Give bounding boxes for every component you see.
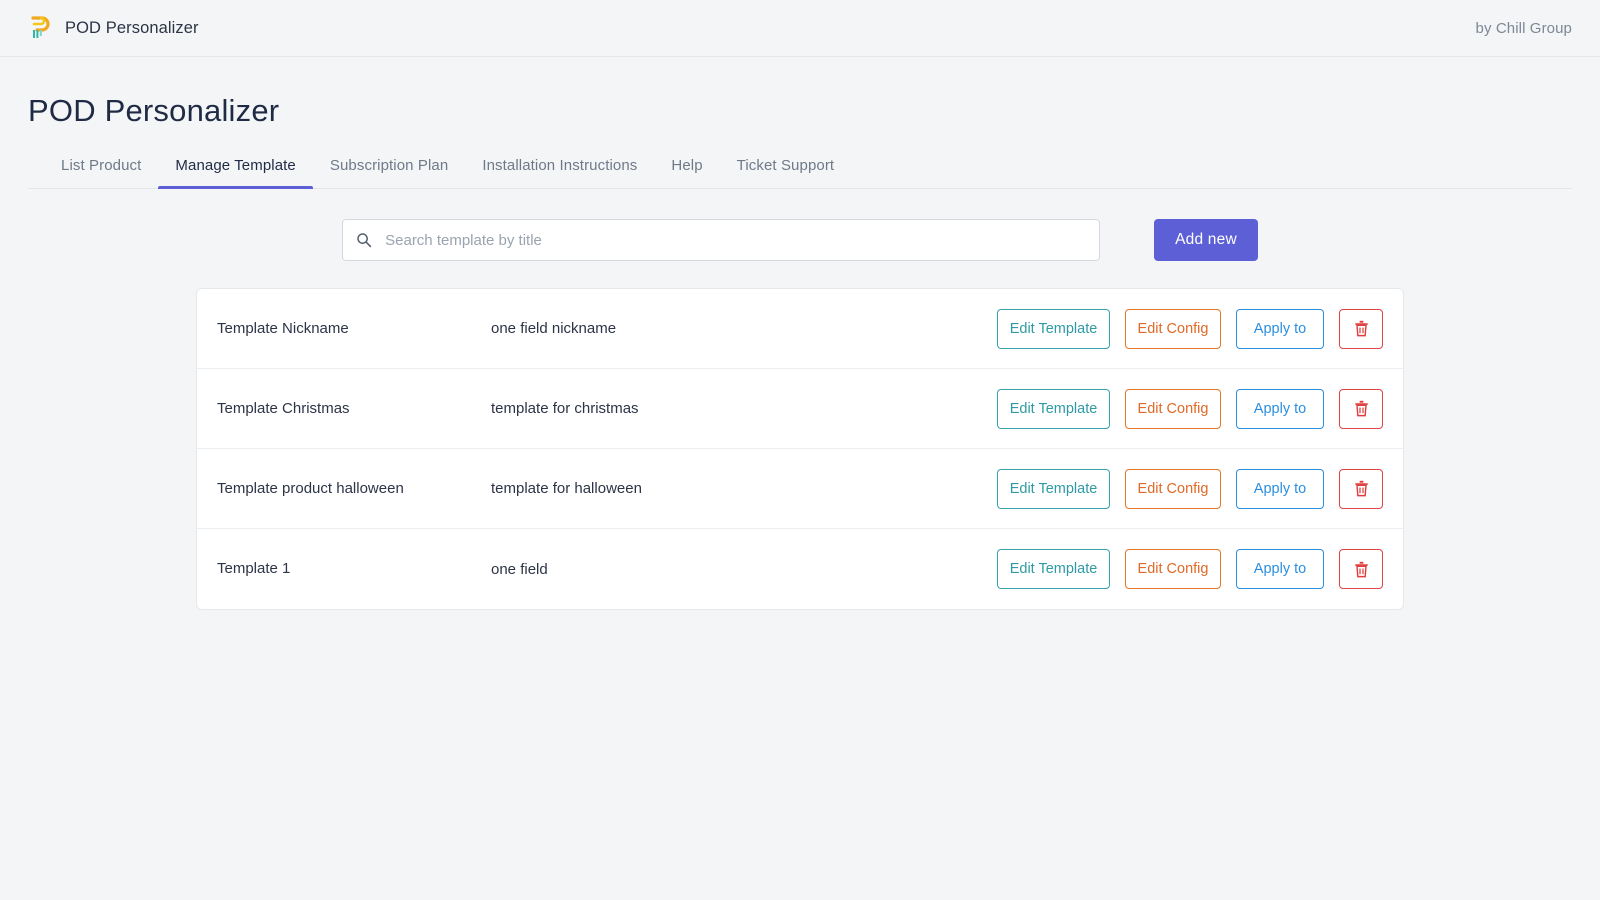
- tab-ticket-support[interactable]: Ticket Support: [720, 157, 852, 188]
- tab-label: Ticket Support: [736, 157, 835, 174]
- tab-subscription-plan[interactable]: Subscription Plan: [313, 157, 465, 188]
- edit-template-button[interactable]: Edit Template: [997, 308, 1110, 349]
- tab-help[interactable]: Help: [654, 157, 719, 188]
- tab-label: Subscription Plan: [329, 157, 449, 174]
- page-body: POD Personalizer List Product Manage Tem…: [0, 93, 1600, 610]
- apply-to-button[interactable]: Apply to: [1236, 549, 1324, 589]
- template-name: Template Nickname: [217, 319, 349, 337]
- edit-config-button[interactable]: Edit Config: [1125, 549, 1221, 589]
- tab-label: Manage Template: [175, 157, 296, 174]
- edit-template-button[interactable]: Edit Template: [997, 549, 1110, 589]
- template-name: Template Christmas: [217, 399, 350, 417]
- delete-template-button[interactable]: [1339, 388, 1383, 429]
- template-description: template for halloween: [491, 480, 642, 497]
- table-row: Template Christmas template for christma…: [197, 369, 1403, 449]
- edit-template-button[interactable]: Edit Template: [997, 388, 1110, 429]
- edit-template-button[interactable]: Edit Template: [997, 468, 1110, 509]
- template-name: Template 1: [217, 560, 291, 578]
- app-header: POD Personalizer by Chill Group: [0, 0, 1600, 57]
- template-list-card: Template Nickname one field nickname Edi…: [196, 288, 1404, 610]
- delete-template-button[interactable]: [1339, 549, 1383, 589]
- tab-manage-template[interactable]: Manage Template: [158, 157, 314, 189]
- row-actions: Edit Template Edit Config Apply to: [997, 468, 1383, 509]
- toolbar: Add new: [28, 219, 1572, 261]
- search-field[interactable]: [342, 219, 1101, 261]
- tab-label: Installation Instructions: [482, 157, 638, 174]
- trash-icon: [1354, 320, 1368, 337]
- tab-installation-instructions[interactable]: Installation Instructions: [465, 157, 654, 188]
- row-actions: Edit Template Edit Config Apply to: [997, 308, 1383, 349]
- edit-config-button[interactable]: Edit Config: [1125, 308, 1221, 349]
- byline: by Chill Group: [1475, 19, 1572, 37]
- brand[interactable]: POD Personalizer: [28, 15, 199, 41]
- trash-icon: [1354, 400, 1368, 417]
- tab-label: Help: [671, 157, 703, 174]
- template-name: Template product halloween: [217, 479, 404, 497]
- delete-template-button[interactable]: [1339, 308, 1383, 349]
- apply-to-button[interactable]: Apply to: [1236, 468, 1324, 509]
- app-name: POD Personalizer: [65, 18, 199, 37]
- trash-icon: [1354, 561, 1368, 577]
- apply-to-button[interactable]: Apply to: [1236, 388, 1324, 429]
- tab-bar: List Product Manage Template Subscriptio…: [28, 157, 1572, 189]
- row-actions: Edit Template Edit Config Apply to: [997, 388, 1383, 429]
- apply-to-button[interactable]: Apply to: [1236, 308, 1324, 349]
- tab-list-product[interactable]: List Product: [44, 157, 158, 188]
- pod-personalizer-logo-icon: [31, 16, 50, 38]
- page-title: POD Personalizer: [28, 93, 280, 128]
- table-row: Template Nickname one field nickname Edi…: [197, 289, 1403, 369]
- delete-template-button[interactable]: [1339, 468, 1383, 509]
- row-actions: Edit Template Edit Config Apply to: [997, 549, 1383, 589]
- add-new-button[interactable]: Add new: [1154, 219, 1258, 261]
- template-description: one field nickname: [491, 320, 617, 337]
- search-input[interactable]: [342, 219, 1101, 261]
- edit-config-button[interactable]: Edit Config: [1125, 388, 1221, 429]
- template-description: template for christmas: [491, 400, 639, 417]
- trash-icon: [1354, 480, 1368, 497]
- table-row: Template 1 one field Edit Template Edit …: [197, 529, 1403, 609]
- edit-config-button[interactable]: Edit Config: [1125, 468, 1221, 509]
- template-description: one field: [491, 560, 548, 578]
- table-row: Template product halloween template for …: [197, 449, 1403, 529]
- tab-label: List Product: [61, 157, 142, 174]
